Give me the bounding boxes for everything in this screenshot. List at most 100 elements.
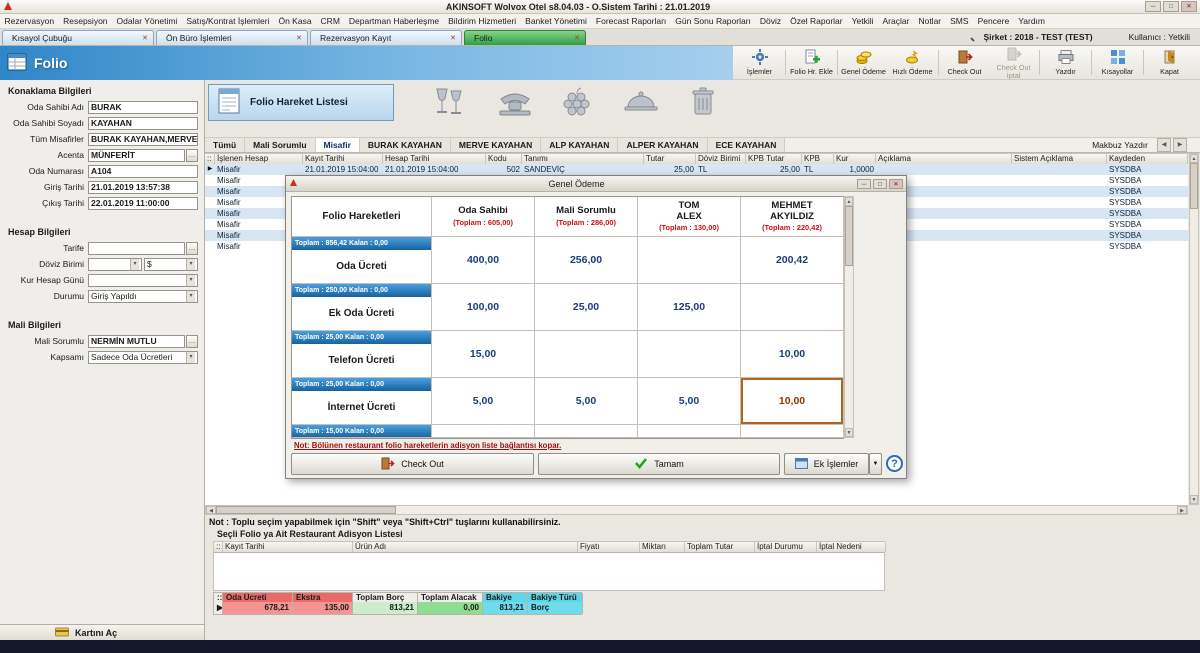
scroll-up-icon[interactable]: ▲ [1190, 154, 1198, 163]
menu-item-yard-m[interactable]: Yardım [1014, 14, 1050, 29]
window-tab-folio[interactable]: Folio✕ [464, 30, 586, 45]
dialog-titlebar[interactable]: Genel Ödeme ─ □ ✕ [286, 176, 906, 192]
menu-item-sat-kontrat-i-lemleri[interactable]: Satış/Kontrat İşlemleri [182, 14, 274, 29]
kapat-button[interactable]: Kapat [1145, 47, 1194, 78]
restaurant-header-cell-i-ptal-durumu[interactable]: İptal Durumu [755, 542, 817, 552]
tab-close-icon[interactable]: ✕ [142, 34, 148, 42]
guest-tab-alper-kayahan[interactable]: ALPER KAYAHAN [618, 138, 707, 152]
table-header-cell-d-viz-birimi[interactable]: Döviz Birimi [696, 154, 746, 164]
scroll-up-icon[interactable]: ▲ [845, 197, 853, 206]
kur-hesap-gunu-select[interactable]: ▾ [88, 274, 198, 287]
tab-close-icon[interactable]: ✕ [296, 34, 302, 42]
table-header-cell-kpb[interactable]: KPB [802, 154, 834, 164]
table-header-cell-tutar[interactable]: Tutar [644, 154, 696, 164]
tum-misafirler-input[interactable]: BURAK KAYAHAN,MERVE KAYA [88, 133, 198, 146]
table-header-cell-kodu[interactable]: Kodu [486, 154, 522, 164]
dialog-tamam-button[interactable]: Tamam [538, 453, 780, 475]
menu-item-bildirim-hizmetleri[interactable]: Bildirim Hizmetleri [444, 14, 521, 29]
menu-item-yetkili[interactable]: Yetkili [847, 14, 878, 29]
oda-numarasi-input[interactable]: A104 [88, 165, 198, 178]
restaurant-header-cell-miktar[interactable]: Miktarı [640, 542, 685, 552]
cikis-tarihi-input[interactable]: 22.01.2019 11:00:00 [88, 197, 198, 210]
acenta-browse-button[interactable]: … [186, 149, 198, 162]
kisayollar-button[interactable]: Kısayollar [1093, 47, 1142, 78]
table-row[interactable]: ▶Misafir21.01.2019 15:04:0021.01.2019 15… [205, 164, 1188, 175]
trash-icon[interactable] [681, 85, 725, 119]
scroll-left-icon[interactable]: ◀ [206, 506, 216, 514]
yazdir-button[interactable]: Yazdır [1041, 47, 1090, 78]
menu-item-g-n-sonu-raporlar[interactable]: Gün Sonu Raporları [671, 14, 756, 29]
table-header-cell-kur[interactable]: Kur [834, 154, 876, 164]
guest-tab-merve-kayahan[interactable]: MERVE KAYAHAN [451, 138, 541, 152]
payment-value-cell[interactable]: 10,00 [741, 331, 844, 378]
payment-value-cell[interactable] [638, 331, 741, 378]
check-out-button[interactable]: Check Out [940, 47, 989, 78]
payment-value-cell[interactable]: 5,00 [535, 378, 638, 425]
tab-close-icon[interactable]: ✕ [450, 34, 456, 42]
table-header-cell-kaydeden[interactable]: Kaydeden [1107, 154, 1188, 164]
scroll-down-icon[interactable]: ▼ [1190, 495, 1198, 504]
help-button[interactable]: ? [886, 455, 903, 472]
menu-item-sms[interactable]: SMS [946, 14, 973, 29]
payment-value-cell[interactable] [741, 284, 844, 331]
menu-item-banket-y-netimi[interactable]: Banket Yönetimi [521, 14, 592, 29]
tarife-browse-button[interactable]: … [186, 242, 198, 255]
table-header-cell-hesap-tarihi[interactable]: Hesap Tarihi [383, 154, 486, 164]
scrollbar-thumb[interactable] [216, 506, 396, 514]
hizli-odeme-button[interactable]: Hızlı Ödeme [888, 47, 937, 78]
menu-item-ara-lar[interactable]: Araçlar [878, 14, 914, 29]
scrollbar-thumb[interactable] [845, 206, 853, 266]
acenta-input[interactable]: MÜNFERİT [88, 149, 185, 162]
folio-hareket-listesi-button[interactable]: Folio Hareket Listesi [208, 84, 394, 121]
menu-item-crm[interactable]: CRM [316, 14, 344, 29]
restaurant-header-cell-i-ptal-nedeni[interactable]: İptal Nedeni [817, 542, 886, 552]
folio-hr-ekle-button[interactable]: Folio Hr. Ekle [787, 47, 836, 78]
payment-value-cell[interactable]: 25,00 [535, 284, 638, 331]
telephone-icon[interactable] [493, 85, 537, 119]
genel-odeme-button[interactable]: Genel Ödeme [839, 47, 888, 78]
room-service-icon[interactable] [619, 85, 663, 119]
window-tab-rezervasyon-kay-t[interactable]: Rezervasyon Kayıt✕ [310, 30, 462, 45]
kapsami-select[interactable]: Sadece Oda Ücretleri ▾ [88, 351, 198, 364]
doviz-birimi-select[interactable]: ▾ [88, 258, 142, 271]
payment-value-cell[interactable]: 125,00 [638, 284, 741, 331]
table-header-cell-sistem-a-klama[interactable]: Sistem Açıklama [1012, 154, 1107, 164]
menu-item-odalar-y-netimi[interactable]: Odalar Yönetimi [112, 14, 182, 29]
table-header-cell-a-klama[interactable]: Açıklama [876, 154, 1012, 164]
close-icon[interactable]: ✕ [889, 179, 903, 189]
guest-tab-alp-kayahan[interactable]: ALP KAYAHAN [541, 138, 618, 152]
tarife-input[interactable] [88, 242, 185, 255]
menu-item-forecast-raporlar[interactable]: Forecast Raporları [591, 14, 670, 29]
dialog-check-out-button[interactable]: Check Out [291, 453, 534, 475]
payment-value-cell[interactable]: 100,00 [432, 284, 535, 331]
scroll-right-icon[interactable]: ▶ [1177, 506, 1187, 514]
menu-item-rezervasyon[interactable]: Rezervasyon [0, 14, 59, 29]
minibar-icon[interactable] [555, 85, 599, 119]
restaurant-header-cell-toplam-tutar[interactable]: Toplam Tutar [685, 542, 755, 552]
close-icon[interactable]: ✕ [1181, 1, 1197, 12]
payment-value-cell[interactable]: 400,00 [432, 237, 535, 284]
vertical-scrollbar[interactable]: ▲ ▼ [1189, 153, 1199, 505]
guest-tab-misafir[interactable]: Misafir [316, 138, 360, 152]
window-tab-k-sayol-ubu-u[interactable]: Kısayol Çubuğu✕ [2, 30, 154, 45]
window-tab-n-b-ro-i-lemleri[interactable]: Ön Büro İşlemleri✕ [156, 30, 308, 45]
search-icon[interactable] [963, 30, 975, 44]
table-header-cell-tan-m[interactable]: Tanımı [522, 154, 644, 164]
horizontal-scrollbar[interactable]: ◀ ▶ [205, 505, 1188, 515]
guest-tab-burak-kayahan[interactable]: BURAK KAYAHAN [360, 138, 451, 152]
restaurant-header-cell-fiyat[interactable]: Fiyatı [578, 542, 640, 552]
giris-tarihi-input[interactable]: 21.01.2019 13:57:38 [88, 181, 198, 194]
restaurant-header-cell-r-n-ad[interactable]: Ürün Adı [353, 542, 578, 552]
maximize-icon[interactable]: □ [1163, 1, 1179, 12]
tab-scroll-left-icon[interactable]: ◀ [1157, 138, 1171, 152]
dialog-vertical-scrollbar[interactable]: ▲ ▼ [844, 196, 854, 438]
guest-tab-mali-sorumlu[interactable]: Mali Sorumlu [245, 138, 315, 152]
minimize-icon[interactable]: ─ [1145, 1, 1161, 12]
payment-value-cell[interactable]: 200,42 [741, 237, 844, 284]
payment-value-cell[interactable]: 5,00 [432, 378, 535, 425]
payment-value-cell[interactable]: 256,00 [535, 237, 638, 284]
makbuz-yazdir-button[interactable]: Makbuz Yazdır [1084, 138, 1156, 152]
restaurant-header-cell-kay-t-tarihi[interactable]: Kayıt Tarihi [223, 542, 353, 552]
menu-item-pencere[interactable]: Pencere [973, 14, 1014, 29]
oda-sahibi-adi-input[interactable]: BURAK [88, 101, 198, 114]
